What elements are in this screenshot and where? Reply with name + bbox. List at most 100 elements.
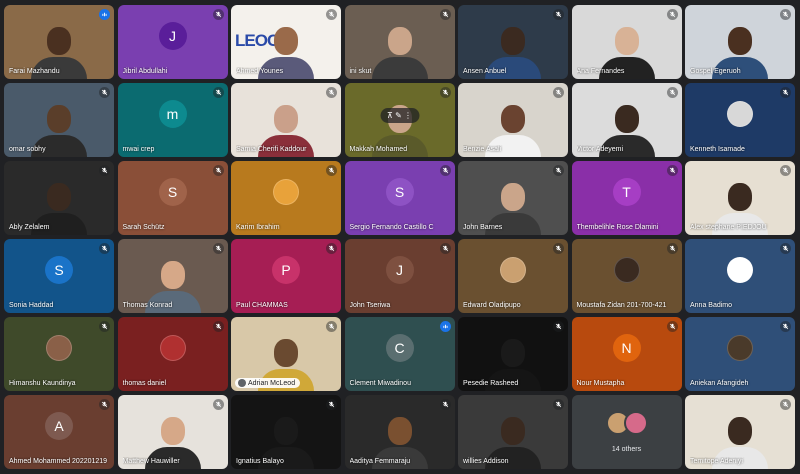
participant-name: Thomas Konrad xyxy=(122,302,173,309)
participant-tile[interactable]: John Barnes xyxy=(458,161,568,235)
avatar-initial: S xyxy=(45,256,73,285)
participant-name: Ably Zelalem xyxy=(9,224,50,231)
participant-name: Sonia Haddad xyxy=(9,302,54,309)
participant-tile[interactable]: Ably Zelalem xyxy=(4,161,114,235)
mic-muted-icon xyxy=(326,399,337,410)
participant-tile[interactable]: T Thembelihle Rose Dlamini xyxy=(571,161,682,235)
participant-tile[interactable]: S Sarah Schütz xyxy=(117,161,228,235)
participant-tile[interactable]: Matthew Hauwiller xyxy=(117,395,228,469)
participant-tile[interactable]: Aniekan Afangideh xyxy=(685,317,795,391)
avatar xyxy=(159,335,186,362)
participant-name: Sergio Fernando Castillo C xyxy=(349,224,434,231)
participant-name: Aaditya Femmaraju xyxy=(349,458,411,465)
mic-muted-icon xyxy=(780,243,791,254)
participant-name: Paul CHAMMAS xyxy=(236,302,288,309)
participant-tile[interactable]: Anna Badimo xyxy=(685,239,795,313)
participant-name: ini skut xyxy=(349,68,372,75)
participant-tile[interactable]: Benzie Asali xyxy=(458,83,568,157)
participant-tile[interactable]: thomas daniel xyxy=(117,317,228,391)
participant-name: Ahmed Younes xyxy=(236,68,284,75)
participant-name: Kenneth Isamade xyxy=(690,146,745,153)
participant-tile[interactable]: Ansen Anbuel xyxy=(458,5,568,79)
mic-muted-icon xyxy=(99,399,110,410)
mic-muted-icon xyxy=(780,9,791,20)
mic-muted-icon xyxy=(553,9,564,20)
participant-tile[interactable]: A Ahmed Mohammed 202201219 xyxy=(4,395,114,469)
participant-tile[interactable]: LEOCG Ahmed Younes xyxy=(231,5,341,79)
participant-tile[interactable]: Karim Ibrahim xyxy=(231,161,341,235)
avatar-initial: T xyxy=(612,178,641,207)
participant-name: Ahmed Mohammed 202201219 xyxy=(9,458,108,465)
participant-tile[interactable]: willies Addison xyxy=(458,395,568,469)
mic-muted-icon xyxy=(666,9,678,20)
participant-name: Karim Ibrahim xyxy=(236,224,280,231)
mic-muted-icon xyxy=(326,165,337,176)
participant-name: Ignatius Balayo xyxy=(236,458,284,465)
mic-muted-icon xyxy=(99,165,110,176)
participant-name: Farai Mazhandu xyxy=(9,68,60,75)
participant-name: Anna Badimo xyxy=(690,302,733,309)
participant-name: mwai crep xyxy=(122,146,155,153)
participant-name: Benzie Asali xyxy=(463,146,502,153)
mic-muted-icon xyxy=(212,165,224,176)
participant-tile[interactable]: Alex stephane PIEDJOU xyxy=(685,161,795,235)
mic-muted-icon xyxy=(326,9,337,20)
participant-tile[interactable]: Thomas Konrad xyxy=(117,239,228,313)
participant-tile[interactable]: J Jibril Abdullahi xyxy=(117,5,228,79)
participant-name: Samia Cherifi Kaddour xyxy=(236,146,307,153)
avatar xyxy=(727,335,753,362)
participant-name: John Tseriwa xyxy=(349,302,391,309)
participant-tile[interactable]: ini skut xyxy=(344,5,455,79)
participant-tile[interactable]: Adrian McLeod xyxy=(231,317,341,391)
avatar-initial: m xyxy=(158,100,187,129)
participant-tile[interactable]: Moustafa Zidan 201-700-421 xyxy=(571,239,682,313)
participant-tile[interactable]: Ana Fernandes xyxy=(571,5,682,79)
participant-tile[interactable]: J John Tseriwa xyxy=(344,239,455,313)
participant-name: Adrian McLeod xyxy=(248,379,296,387)
participant-name: omar sobhy xyxy=(9,146,46,153)
participant-name: Himanshu Kaundinya xyxy=(9,380,76,387)
participant-tile[interactable]: C Clement Miwadinou xyxy=(344,317,455,391)
participant-tile[interactable]: P Paul CHAMMAS xyxy=(231,239,341,313)
participant-name: Edward Oladipupo xyxy=(463,302,521,309)
participant-tile[interactable]: Himanshu Kaundinya xyxy=(4,317,114,391)
avatar xyxy=(46,335,72,362)
avatar-initial: P xyxy=(272,256,300,285)
avatar xyxy=(623,411,648,436)
participant-tile[interactable]: Edward Oladipupo xyxy=(458,239,568,313)
participant-grid: Farai Mazhandu J Jibril Abdullahi LEOCG Ahme… xyxy=(4,5,797,470)
participant-tile[interactable]: Victor Adeyemi xyxy=(571,83,682,157)
others-avatars xyxy=(605,411,648,436)
avatar xyxy=(613,257,640,284)
participant-tile[interactable]: Gospel Egeruoh xyxy=(685,5,795,79)
participant-name: Moustafa Zidan 201-700-421 xyxy=(576,302,667,309)
avatar xyxy=(727,101,753,128)
participant-tile[interactable]: N Nour Mustapha xyxy=(571,317,682,391)
participant-tile[interactable]: Aaditya Femmaraju xyxy=(344,395,455,469)
participant-tile[interactable]: Samia Cherifi Kaddour xyxy=(231,83,341,157)
participant-name: thomas daniel xyxy=(122,380,167,387)
mic-muted-icon xyxy=(326,243,337,254)
participant-tile[interactable]: S Sonia Haddad xyxy=(4,239,114,313)
participant-tile[interactable]: 14 others xyxy=(571,395,682,469)
participant-name: Ana Fernandes xyxy=(576,68,625,75)
participant-tile[interactable]: Farai Mazhandu xyxy=(4,5,114,79)
participant-tile[interactable]: omar sobhy xyxy=(4,83,114,157)
mic-muted-icon xyxy=(553,321,564,332)
mic-muted-icon xyxy=(553,87,564,98)
participant-tile[interactable]: Pesedie Rasheed xyxy=(458,317,568,391)
mic-muted-icon xyxy=(666,87,678,98)
participant-tile[interactable]: Kenneth Isamade xyxy=(685,83,795,157)
participant-tile[interactable]: Temitope Adeniyi xyxy=(685,395,795,469)
participant-tile[interactable]: Ignatius Balayo xyxy=(231,395,341,469)
mic-muted-icon xyxy=(780,399,791,410)
participant-name: Makkah Mohamed xyxy=(349,146,408,153)
participant-name: Temitope Adeniyi xyxy=(690,458,743,465)
participant-tile[interactable]: S Sergio Fernando Castillo C xyxy=(344,161,455,235)
mic-muted-icon xyxy=(439,165,451,176)
participant-name: John Barnes xyxy=(463,224,503,231)
mic-muted-icon xyxy=(666,165,678,176)
participant-tile[interactable]: m mwai crep xyxy=(117,83,228,157)
participant-tile[interactable]: ⊼ ✎ ⋮ Makkah Mohamed xyxy=(344,83,455,157)
tile-options-bar[interactable]: ⊼ ✎ ⋮ xyxy=(379,108,420,124)
